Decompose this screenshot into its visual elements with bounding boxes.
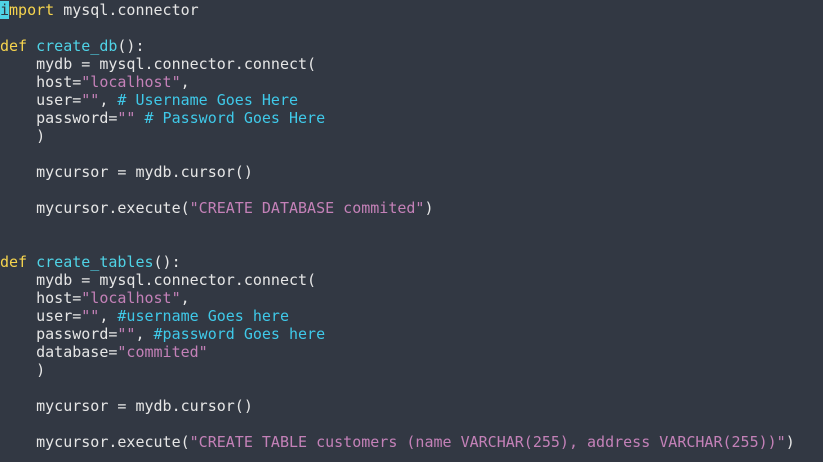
comment-token: #username Goes here <box>117 307 289 325</box>
code-line[interactable]: mycursor = mydb.cursor() <box>0 397 253 415</box>
code-line[interactable]: mycursor.execute("CREATE DATABASE commit… <box>0 199 434 217</box>
code-token: mycursor = mydb.cursor() <box>0 163 253 181</box>
code-token: mycursor.execute( <box>0 199 190 217</box>
string-token: "" <box>81 307 100 325</box>
string-token: "CREATE DATABASE commited" <box>189 199 425 217</box>
comment-token: # Username Goes Here <box>117 91 299 109</box>
code-line[interactable]: database="commited" <box>0 343 208 361</box>
code-line[interactable]: mydb = mysql.connector.connect( <box>0 271 316 289</box>
code-token: password= <box>0 109 118 127</box>
string-token: "CREATE TABLE customers (name VARCHAR(25… <box>189 433 786 451</box>
keyword-token: def <box>0 253 28 271</box>
code-token: ) <box>785 433 795 451</box>
code-token: , <box>180 289 190 307</box>
code-token: ) <box>0 127 46 145</box>
string-token: "localhost" <box>81 73 181 91</box>
code-token: user= <box>0 91 82 109</box>
code-token: , <box>99 307 118 325</box>
code-line[interactable]: host="localhost", <box>0 289 190 307</box>
code-line[interactable]: host="localhost", <box>0 73 190 91</box>
code-line[interactable]: mycursor.execute("CREATE TABLE customers… <box>0 433 795 451</box>
string-token: "" <box>117 325 136 343</box>
code-line[interactable]: ) <box>0 361 45 379</box>
code-line[interactable]: mydb = mysql.connector.connect( <box>0 55 316 73</box>
keyword-token: mport <box>9 1 55 19</box>
string-token: "" <box>81 91 100 109</box>
code-token: (): <box>117 37 145 55</box>
code-line[interactable]: password="" # Password Goes Here <box>0 109 325 127</box>
code-token: mycursor.execute( <box>0 433 190 451</box>
code-token: mydb = mysql.connector.connect( <box>0 55 317 73</box>
keyword-token: def <box>0 37 28 55</box>
code-line[interactable]: def create_tables(): <box>0 253 181 271</box>
code-token: , <box>99 91 118 109</box>
code-token: database= <box>0 343 118 361</box>
code-line[interactable]: def create_db(): <box>0 37 145 55</box>
code-token: password= <box>0 325 118 343</box>
comment-token: # Password Goes Here <box>144 109 326 127</box>
code-token: user= <box>0 307 82 325</box>
string-token: "commited" <box>117 343 208 361</box>
code-line[interactable]: password="", #password Goes here <box>0 325 325 343</box>
code-token: mysql.connector <box>54 1 199 19</box>
code-token: mydb = mysql.connector.connect( <box>0 271 317 289</box>
function-name-token: create_db <box>36 37 118 55</box>
code-line[interactable]: mycursor = mydb.cursor() <box>0 163 253 181</box>
code-token: mycursor = mydb.cursor() <box>0 397 253 415</box>
code-token: , <box>180 73 190 91</box>
code-line[interactable]: user="", # Username Goes Here <box>0 91 298 109</box>
text-cursor[interactable]: i <box>0 1 10 19</box>
comment-token: #password Goes here <box>153 325 326 343</box>
code-token: ) <box>0 361 46 379</box>
code-token: host= <box>0 289 82 307</box>
code-line[interactable]: user="", #username Goes here <box>0 307 289 325</box>
function-name-token: create_tables <box>36 253 154 271</box>
code-line[interactable]: import mysql.connector <box>0 1 199 19</box>
string-token: "" <box>117 109 136 127</box>
code-token: ) <box>424 199 434 217</box>
code-token: , <box>135 325 154 343</box>
string-token: "localhost" <box>81 289 181 307</box>
code-token: (): <box>153 253 181 271</box>
code-line[interactable]: ) <box>0 127 45 145</box>
code-editor[interactable]: import mysql.connector def create_db(): m… <box>0 0 823 462</box>
code-token: host= <box>0 73 82 91</box>
